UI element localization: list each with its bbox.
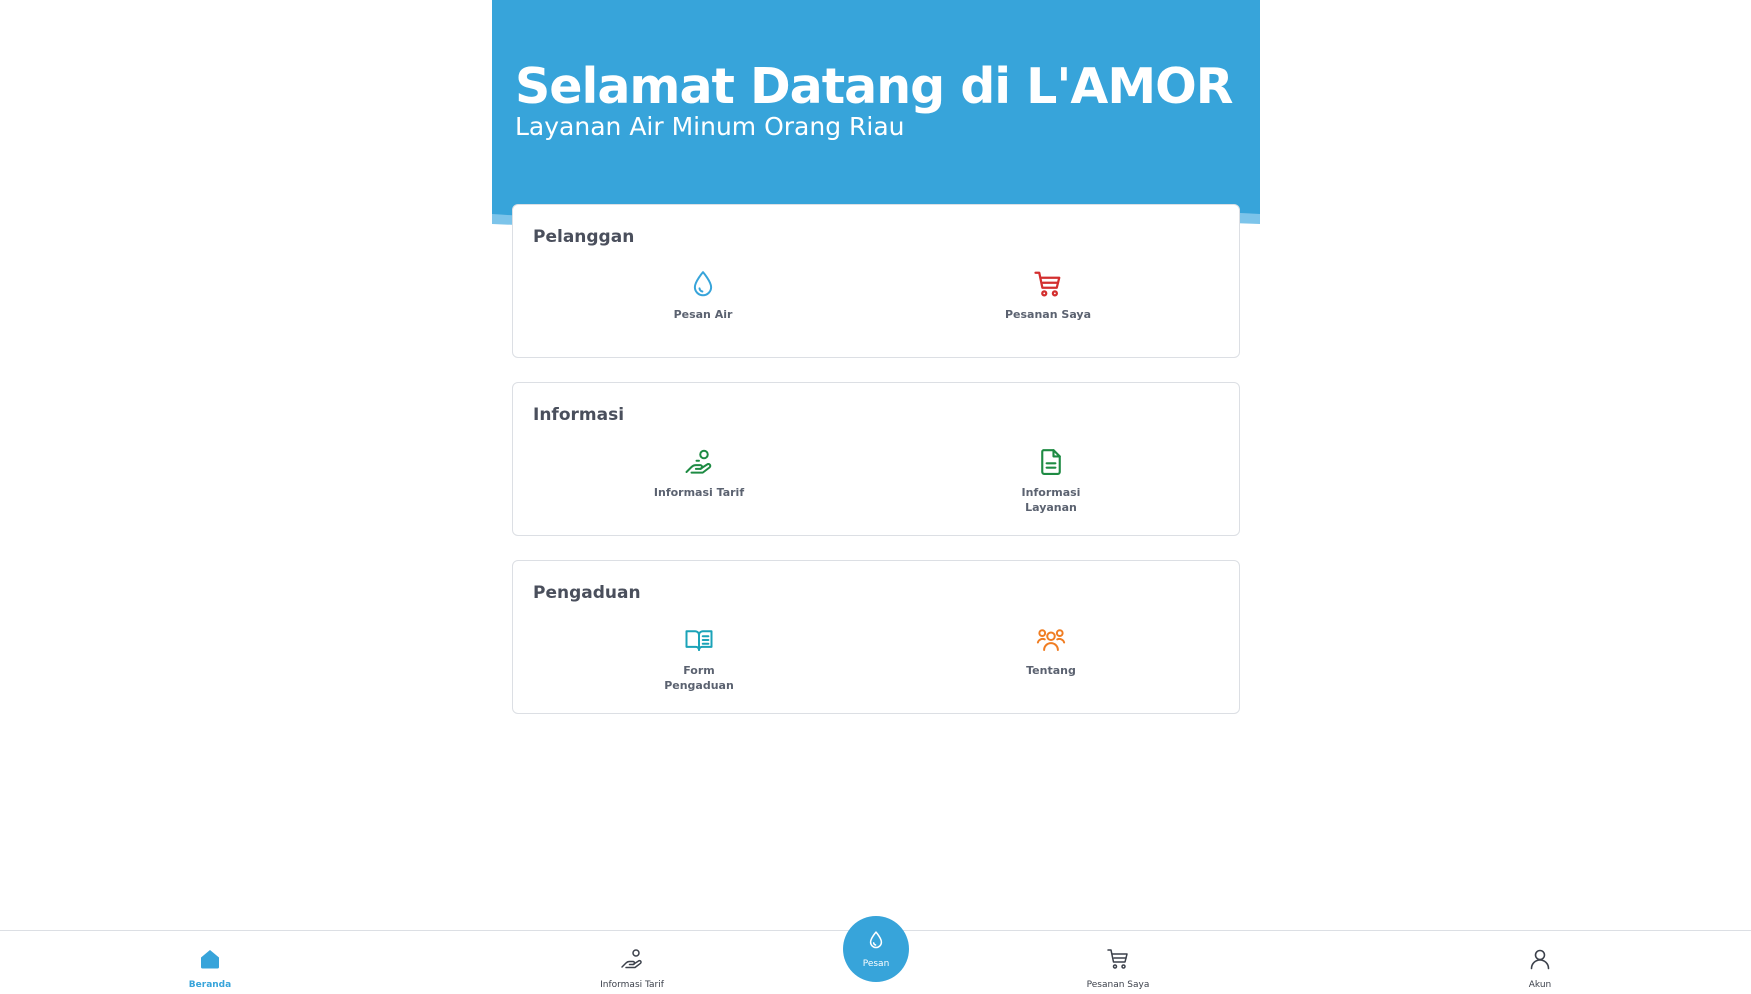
menu-label: Informasi Layanan [1021, 486, 1081, 514]
pesan-fab-button[interactable]: Pesan [843, 916, 909, 982]
group-icon [1036, 625, 1066, 655]
menu-label: Informasi Tarif [653, 486, 745, 499]
nav-label: Beranda [188, 980, 232, 990]
nav-beranda[interactable]: Beranda [140, 947, 280, 991]
hand-coin-icon [620, 947, 644, 976]
home-icon [198, 947, 222, 976]
cart-icon [1106, 947, 1130, 976]
document-icon [1036, 447, 1066, 477]
cart-icon [1033, 269, 1063, 299]
menu-label: Pesanan Saya [1004, 308, 1091, 321]
nav-label: Pesanan Saya [1086, 980, 1150, 990]
water-drop-icon [866, 930, 886, 955]
menu-tentang[interactable]: Tentang [961, 625, 1141, 701]
section-pengaduan: Pengaduan Form Pengaduan Tentang [512, 560, 1240, 714]
nav-pesanan-saya[interactable]: Pesanan Saya [1048, 947, 1188, 991]
fab-label: Pesan [862, 958, 890, 969]
menu-informasi-layanan[interactable]: Informasi Layanan [961, 447, 1141, 523]
menu-label: Form Pengaduan [664, 664, 734, 692]
nav-label: Informasi Tarif [600, 980, 664, 990]
section-title: Pelanggan [533, 227, 635, 247]
section-pelanggan: Pelanggan Pesan Air Pesanan Saya [512, 204, 1240, 358]
menu-pesan-air[interactable]: Pesan Air [613, 269, 793, 345]
menu-label: Pesan Air [673, 308, 733, 321]
nav-akun[interactable]: Akun [1470, 947, 1610, 991]
nav-informasi-tarif[interactable]: Informasi Tarif [562, 947, 702, 991]
hero-banner: Selamat Datang di L'AMOR Layanan Air Min… [492, 0, 1260, 236]
water-drop-icon [688, 269, 718, 299]
menu-informasi-tarif[interactable]: Informasi Tarif [609, 447, 789, 523]
menu-form-pengaduan[interactable]: Form Pengaduan [609, 625, 789, 701]
section-title: Informasi [533, 405, 625, 425]
user-icon [1528, 947, 1552, 976]
page-subtitle: Layanan Air Minum Orang Riau [515, 112, 905, 141]
section-title: Pengaduan [533, 583, 641, 603]
menu-label: Tentang [1026, 664, 1076, 677]
section-informasi: Informasi Informasi Tarif Informasi Laya… [512, 382, 1240, 536]
menu-pesanan-saya[interactable]: Pesanan Saya [958, 269, 1138, 345]
book-icon [684, 625, 714, 655]
app-screen: Selamat Datang di L'AMOR Layanan Air Min… [492, 0, 1260, 930]
page-title: Selamat Datang di L'AMOR [515, 58, 1233, 115]
nav-label: Akun [1528, 980, 1552, 990]
hand-coin-icon [684, 447, 714, 477]
